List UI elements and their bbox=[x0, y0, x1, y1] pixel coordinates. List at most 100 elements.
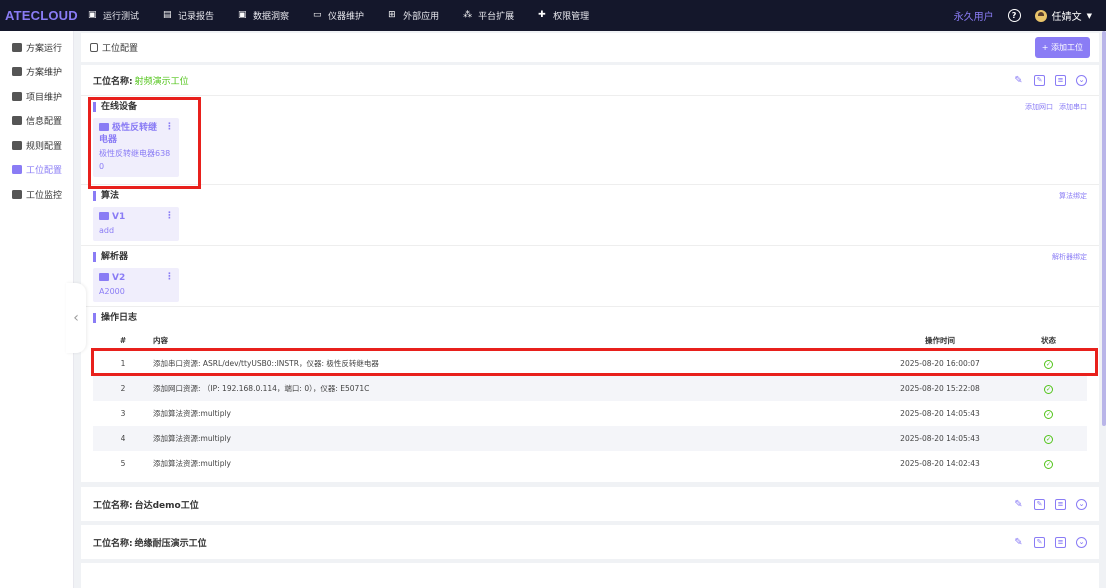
algorithm-name: add bbox=[99, 226, 115, 235]
algorithm-card[interactable]: V1 add ⋮ bbox=[93, 207, 179, 241]
check-circle-icon: ✓ bbox=[1044, 384, 1053, 394]
chart-monitor-icon: ▣ bbox=[238, 10, 247, 20]
add-station-button[interactable]: + 添加工位 bbox=[1034, 37, 1090, 58]
sidebar-item-rule-config[interactable]: 规则配置 bbox=[0, 133, 73, 158]
section-links: 算法绑定 bbox=[1059, 191, 1087, 201]
sidebar-item-info-config[interactable]: 信息配置 bbox=[0, 109, 73, 134]
user-type-label[interactable]: 永久用户 bbox=[954, 8, 994, 23]
topnav-label: 平台扩展 bbox=[478, 12, 515, 22]
parser-version: V2 bbox=[112, 273, 126, 283]
topnav-reports[interactable]: ▤ 记录报告 bbox=[163, 9, 214, 23]
sidebar-collapse-handle[interactable]: ‹ bbox=[66, 283, 86, 353]
user-menu[interactable]: 任婧文 ▼ bbox=[1034, 8, 1092, 23]
station-actions: ✎ ✎ ≡ ⌄ bbox=[1013, 498, 1087, 510]
expand-icon[interactable]: ⌄ bbox=[1076, 498, 1087, 510]
row-no: 5 bbox=[120, 459, 126, 468]
check-circle-icon: ✓ bbox=[1044, 359, 1053, 369]
bind-parser-link[interactable]: 解析器绑定 bbox=[1052, 252, 1087, 262]
row-no: 1 bbox=[120, 359, 126, 368]
page-header: 工位配置 + 添加工位 bbox=[81, 33, 1099, 62]
sidebar-item-label: 工位监控 bbox=[26, 190, 63, 201]
device-card[interactable]: 极性反转继电器 极性反转继电器6380 ⋮ bbox=[93, 118, 179, 177]
topnav-label: 仪器维护 bbox=[328, 12, 365, 22]
row-time: 2025-08-20 14:05:43 bbox=[900, 409, 980, 418]
sidebar-item-label: 项目维护 bbox=[26, 92, 63, 103]
topnav-external-apps[interactable]: ⊞ 外部应用 bbox=[388, 9, 439, 23]
edit-icon[interactable]: ✎ bbox=[1013, 537, 1024, 548]
collapse-icon[interactable]: ⌄ bbox=[1076, 74, 1087, 86]
monitor-icon: ▣ bbox=[88, 10, 97, 20]
station-header: 工位名称: 射频演示工位 ✎ ✎ ≡ ⌄ bbox=[81, 65, 1099, 96]
check-circle-icon: ✓ bbox=[1044, 409, 1053, 419]
parser-card[interactable]: V2 A2000 ⋮ bbox=[93, 268, 179, 302]
image-icon bbox=[12, 42, 22, 52]
document-icon: ▤ bbox=[163, 10, 172, 20]
bind-algorithm-link[interactable]: 算法绑定 bbox=[1059, 191, 1087, 201]
clipboard-icon[interactable]: ≡ bbox=[1055, 536, 1066, 548]
rule-icon bbox=[12, 140, 22, 150]
parser-section: 解析器 解析器绑定 V2 A2000 ⋮ bbox=[81, 246, 1099, 307]
station-icon bbox=[12, 165, 22, 175]
edit-icon[interactable]: ✎ bbox=[1013, 75, 1024, 86]
station-name-label: 工位名称: bbox=[93, 500, 133, 511]
topnav-platform-ext[interactable]: ⁂ 平台扩展 bbox=[463, 9, 515, 23]
parser-title: V2 bbox=[99, 272, 173, 284]
check-circle-icon: ✓ bbox=[1044, 459, 1053, 469]
section-links: 添加网口 添加串口 bbox=[1025, 102, 1087, 112]
section-title: 在线设备 bbox=[93, 102, 1087, 112]
expand-icon[interactable]: ⌄ bbox=[1076, 536, 1087, 548]
row-no: 3 bbox=[120, 409, 126, 418]
station-card: 工位名称: 射频演示工位 ✎ ✎ ≡ ⌄ 在线设备 添加网口 添加串口 极性反转… bbox=[81, 65, 1099, 482]
edit-icon[interactable]: ✎ bbox=[1013, 499, 1024, 510]
topnav-instruments[interactable]: ▭ 仪器维护 bbox=[313, 9, 365, 23]
sidebar-item-plan-run[interactable]: 方案运行 bbox=[0, 35, 73, 60]
more-vertical-icon[interactable]: ⋮ bbox=[165, 211, 174, 221]
caret-down-icon: ▼ bbox=[1086, 11, 1092, 20]
edit-box-icon[interactable]: ✎ bbox=[1034, 498, 1045, 510]
sidebar-item-label: 规则配置 bbox=[26, 141, 63, 152]
topnav-run-test[interactable]: ▣ 运行测试 bbox=[88, 9, 139, 23]
column-header-time: 操作时间 bbox=[925, 335, 955, 345]
add-network-port-link[interactable]: 添加网口 bbox=[1025, 102, 1053, 112]
table-row: 4 添加算法资源:multiply 2025-08-20 14:05:43 ✓ bbox=[93, 426, 1087, 451]
help-icon[interactable]: ? bbox=[1007, 9, 1021, 22]
station-header: 工位名称: 台达demo工位 ✎ ✎ ≡ ⌄ bbox=[81, 487, 1099, 521]
station-icon bbox=[90, 43, 98, 52]
device-model: 极性反转继电器6380 bbox=[99, 149, 171, 171]
monitor-icon bbox=[12, 189, 22, 199]
settings-image-icon bbox=[12, 67, 22, 77]
clipboard-icon[interactable]: ≡ bbox=[1055, 498, 1066, 510]
parser-icon bbox=[99, 273, 109, 281]
station-name-label: 工位名称: bbox=[93, 76, 133, 87]
scrollbar-thumb[interactable] bbox=[1102, 31, 1106, 426]
table-row: 5 添加算法资源:multiply 2025-08-20 14:02:43 ✓ bbox=[93, 451, 1087, 476]
sidebar-item-station-config[interactable]: 工位配置 bbox=[0, 158, 73, 183]
operation-log-section: 操作日志 # 内容 操作时间 状态 1 添加串口资源: ASRL/dev/tty… bbox=[81, 307, 1099, 482]
sidebar-item-project[interactable]: 项目维护 bbox=[0, 84, 73, 109]
topnav-permissions[interactable]: ✚ 权限管理 bbox=[538, 9, 589, 23]
station-name: 台达demo工位 bbox=[134, 500, 199, 511]
sidebar-item-station-monitor[interactable]: 工位监控 bbox=[0, 182, 73, 207]
edit-box-icon[interactable]: ✎ bbox=[1034, 74, 1045, 86]
station-card: 工位名称: 台达demo工位 ✎ ✎ ≡ ⌄ bbox=[81, 487, 1099, 521]
add-serial-port-link[interactable]: 添加串口 bbox=[1059, 102, 1087, 112]
row-content: 添加算法资源:multiply bbox=[153, 459, 231, 468]
row-status: ✓ bbox=[1010, 426, 1087, 451]
top-navigation-bar: ATECLOUD ▣ 运行测试 ▤ 记录报告 ▣ 数据洞察 ▭ 仪器维护 ⊞ 外部应用 ⁂… bbox=[0, 0, 1106, 31]
topnav-data-insight[interactable]: ▣ 数据洞察 bbox=[238, 9, 289, 23]
sidebar-item-plan-maintain[interactable]: 方案维护 bbox=[0, 60, 73, 85]
more-vertical-icon[interactable]: ⋮ bbox=[165, 272, 174, 282]
more-vertical-icon[interactable]: ⋮ bbox=[165, 122, 174, 132]
station-card-partial bbox=[81, 563, 1099, 588]
row-status: ✓ bbox=[1010, 351, 1087, 376]
column-header-content: 内容 bbox=[153, 335, 168, 345]
chevron-left-icon: ‹ bbox=[73, 310, 79, 326]
clipboard-icon[interactable]: ≡ bbox=[1055, 74, 1066, 86]
page-scrollbar[interactable] bbox=[1101, 31, 1106, 588]
edit-box-icon[interactable]: ✎ bbox=[1034, 536, 1045, 548]
station-actions: ✎ ✎ ≡ ⌄ bbox=[1013, 536, 1087, 548]
section-title: 算法 bbox=[93, 191, 1087, 201]
station-name-label: 工位名称: bbox=[93, 538, 133, 549]
column-header-status: 状态 bbox=[1041, 335, 1056, 345]
app-logo[interactable]: ATECLOUD bbox=[0, 8, 88, 23]
